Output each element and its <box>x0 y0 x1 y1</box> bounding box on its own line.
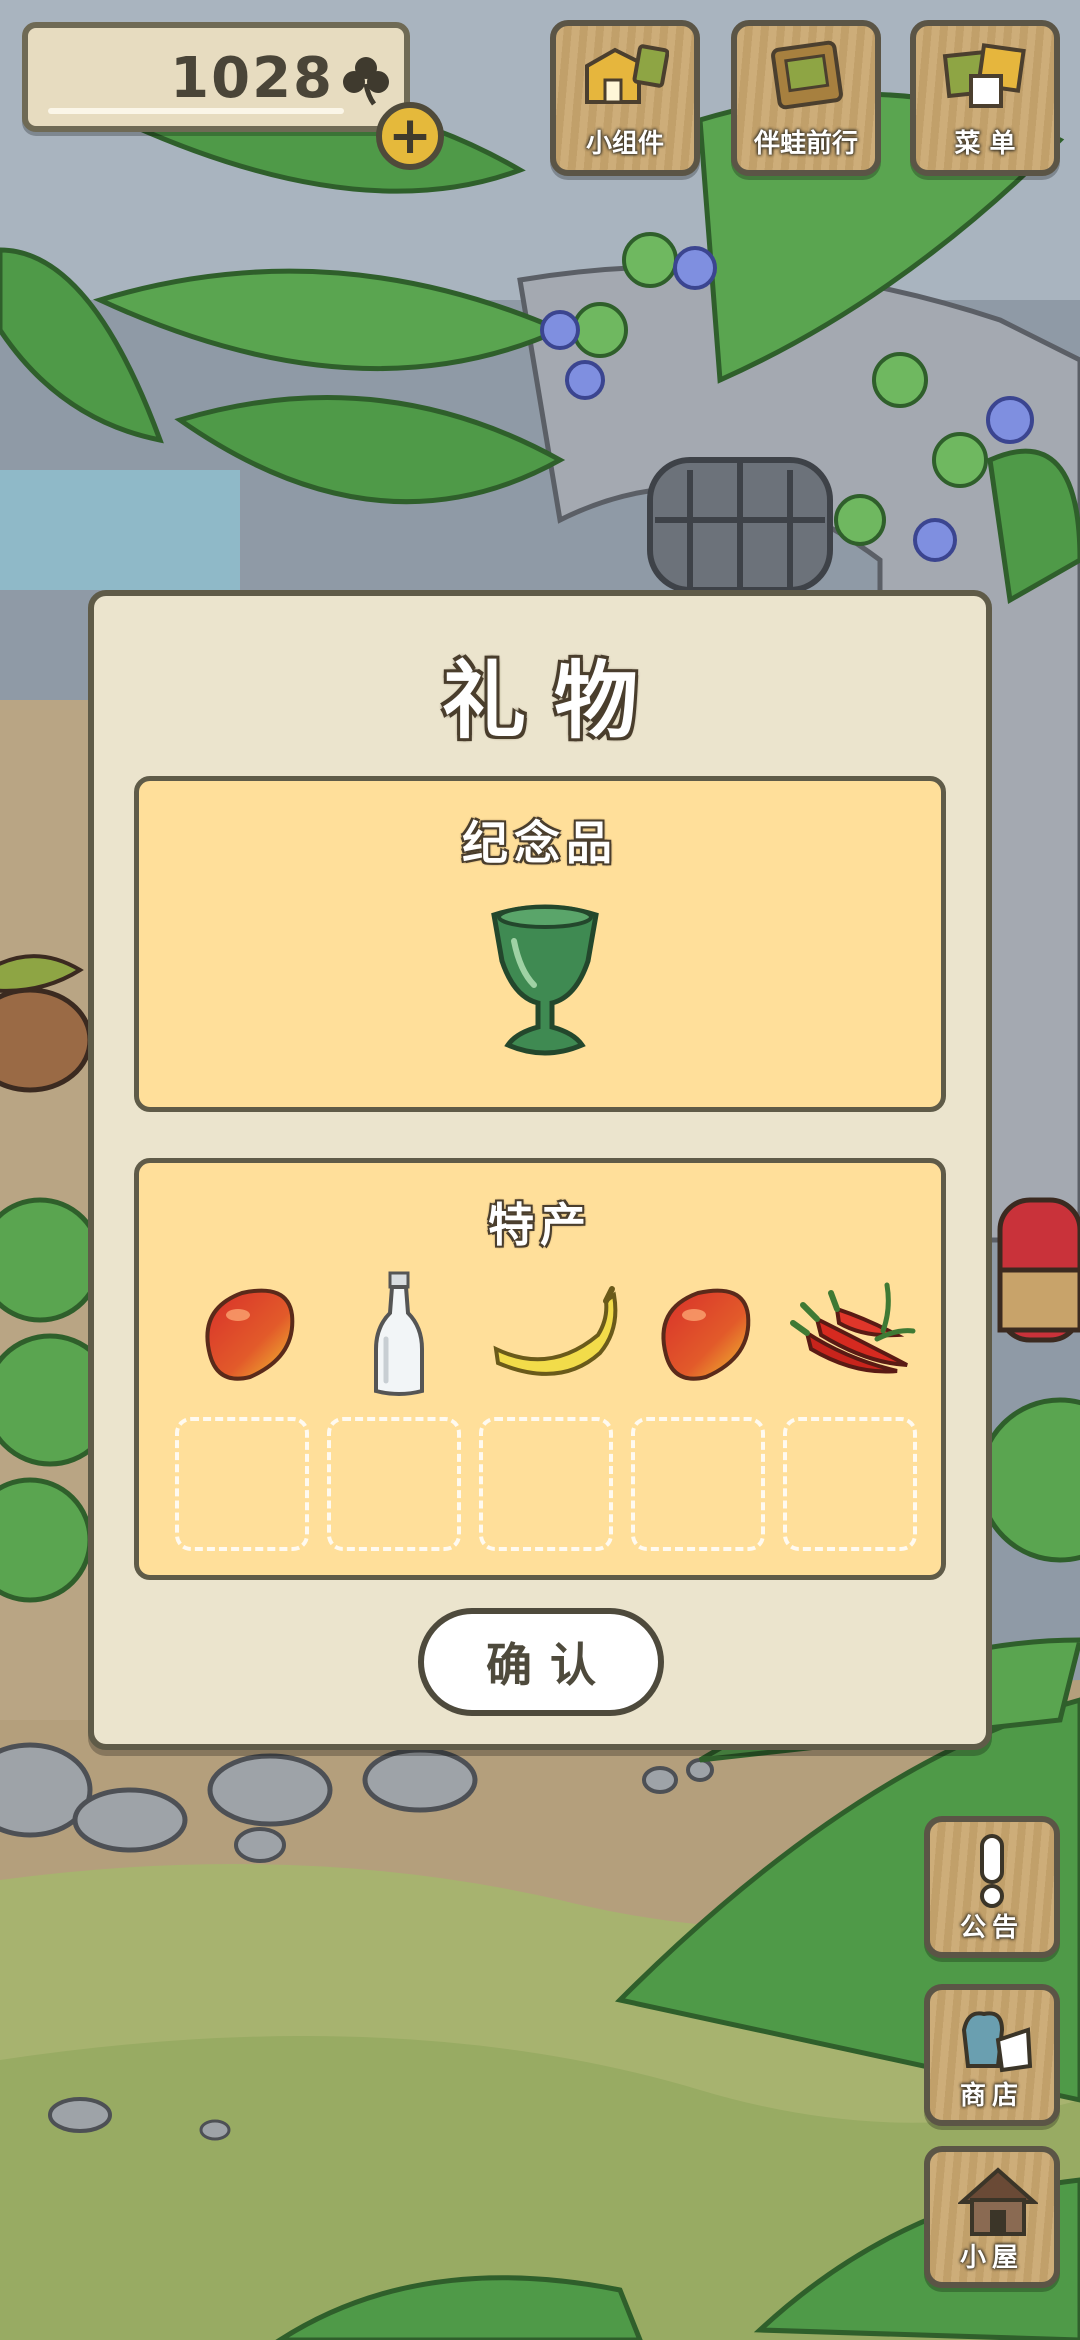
mango-icon[interactable] <box>648 1279 758 1389</box>
widget-icon <box>585 44 669 104</box>
shop-label: 商店 <box>959 2081 1024 2111</box>
empty-slot[interactable] <box>479 1417 613 1551</box>
add-clover-button[interactable]: + <box>376 102 444 170</box>
specialty-title: 特产 <box>488 1198 592 1252</box>
exclamation-icon <box>980 1834 1004 1908</box>
souvenir-section: 纪念品 <box>134 776 946 1112</box>
album-label: 伴蛙前行 <box>753 129 858 159</box>
menu-button[interactable]: 菜 单 <box>910 20 1060 176</box>
album-icon <box>771 40 843 110</box>
album-button[interactable]: 伴蛙前行 <box>731 20 881 176</box>
gift-dialog: 礼物 纪念品 特产 确认 <box>88 590 992 1750</box>
confirm-button[interactable]: 确认 <box>418 1608 664 1716</box>
souvenir-title: 纪念品 <box>462 816 618 870</box>
banana-icon[interactable] <box>490 1279 620 1389</box>
specialty-section: 特产 <box>134 1158 946 1580</box>
empty-slot[interactable] <box>783 1417 917 1551</box>
chili-peppers-icon[interactable] <box>787 1279 917 1389</box>
house-icon <box>958 2167 1038 2236</box>
menu-icon <box>942 43 1026 108</box>
clover-icon <box>343 57 389 106</box>
mango-icon[interactable] <box>192 1279 302 1389</box>
announcement-button[interactable]: 公告 <box>924 1816 1060 1958</box>
announcement-label: 公告 <box>959 1913 1024 1943</box>
empty-slot[interactable] <box>175 1417 309 1551</box>
glass-bottle-icon[interactable] <box>344 1269 454 1399</box>
clover-count: 1028 <box>170 46 334 111</box>
shop-bag-icon <box>961 2011 1033 2073</box>
house-label: 小屋 <box>959 2243 1024 2273</box>
dialog-title: 礼物 <box>441 652 666 750</box>
menu-label: 菜 单 <box>954 129 1016 159</box>
green-goblet-icon[interactable] <box>486 901 604 1061</box>
empty-slot[interactable] <box>327 1417 461 1551</box>
house-button[interactable]: 小屋 <box>924 2146 1060 2288</box>
empty-slot[interactable] <box>631 1417 765 1551</box>
shop-button[interactable]: 商店 <box>924 1984 1060 2126</box>
widget-button[interactable]: 小组件 <box>550 20 700 176</box>
clover-counter: 1028 <box>22 22 410 132</box>
clover-underline <box>48 108 344 114</box>
widget-label: 小组件 <box>585 129 664 159</box>
